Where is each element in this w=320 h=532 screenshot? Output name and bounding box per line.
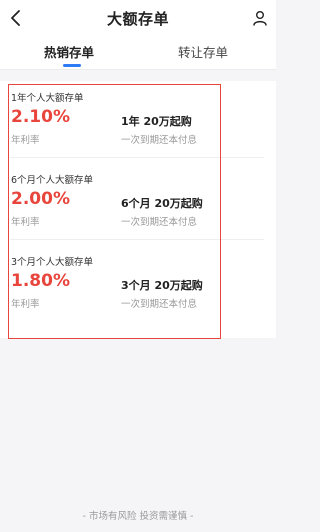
product-name: 6个月个人大额存单 [11,175,94,186]
product-terms: 3个月 20万起购 [121,279,203,292]
page-title: 大额存单 [106,10,169,28]
product-item-6m[interactable]: 6个月个人大额存单 2.00% 年利率 6个月 20万起购 一次到期还本付息 [0,169,276,247]
product-name: 3个月个人大额存单 [11,257,94,268]
product-rate-label: 年利率 [11,299,40,310]
user-button[interactable] [250,7,270,29]
person-icon [253,11,267,26]
tab-bar: 热销存单 转让存单 [0,36,276,70]
product-terms: 1年 20万起购 [121,115,192,128]
product-terms: 6个月 20万起购 [121,197,203,210]
header-bar: 大额存单 [0,0,276,36]
active-tab-indicator [63,64,81,67]
product-rate: 2.10% [11,107,70,127]
product-rate-label: 年利率 [11,135,40,146]
product-item-3m[interactable]: 3个月个人大额存单 1.80% 年利率 3个月 20万起购 一次到期还本付息 [0,251,276,329]
product-name: 1年个人大额存单 [11,93,84,104]
product-item-1y[interactable]: 1年个人大额存单 2.10% 年利率 1年 20万起购 一次到期还本付息 [0,87,276,165]
tab-hot-deposits[interactable]: 热销存单 [44,42,94,61]
divider [10,157,264,158]
product-rate: 1.80% [11,271,70,291]
product-rate-label: 年利率 [11,217,40,228]
product-payment: 一次到期还本付息 [121,217,198,228]
product-payment: 一次到期还本付息 [121,135,198,146]
product-payment: 一次到期还本付息 [121,299,198,310]
tab-transfer-deposits[interactable]: 转让存单 [178,42,228,61]
risk-disclaimer: - 市场有风险 投资需谨慎 - [82,511,194,522]
product-rate: 2.00% [11,189,70,209]
deposit-product-list: 1年个人大额存单 2.10% 年利率 1年 20万起购 一次到期还本付息 6个月… [0,81,276,338]
divider [10,239,264,240]
